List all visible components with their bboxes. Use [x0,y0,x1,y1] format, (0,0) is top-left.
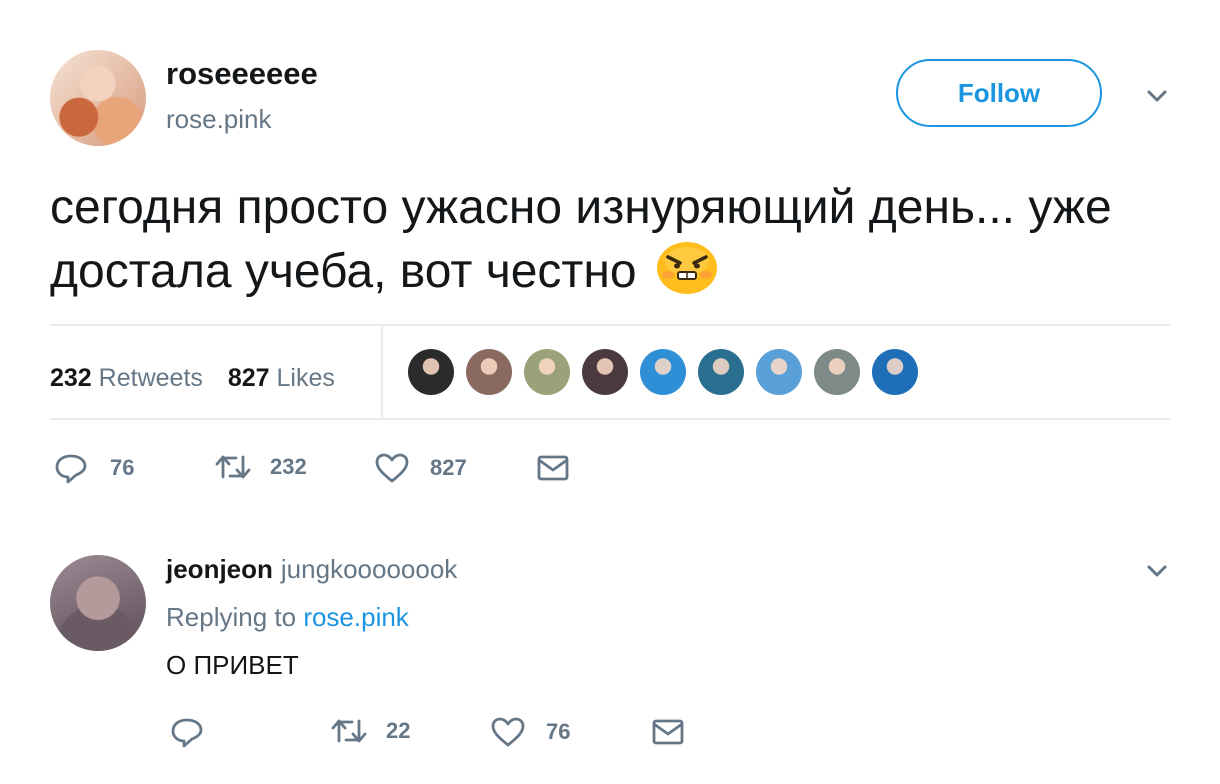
chevron-down-icon[interactable] [1144,86,1170,106]
reply-handle[interactable]: jungkoooooook [281,554,457,584]
reply-author-avatar[interactable] [50,555,146,651]
retweet-count: 22 [386,718,411,743]
vertical-divider [381,326,383,418]
heart-icon [375,453,409,483]
like-action[interactable]: 827 [374,452,467,484]
reply-display-name[interactable]: jeonjeon [166,554,273,584]
reply-icon [171,718,203,748]
likes-label: Likes [276,364,335,392]
liker-avatar[interactable] [756,349,802,395]
direct-message-icon[interactable] [536,454,570,482]
retweet-icon [215,455,251,479]
like-count: 827 [430,455,467,480]
liker-avatar[interactable] [466,349,512,395]
reply-reply-action[interactable] [170,716,204,748]
reply-author[interactable]: jeonjeon jungkoooooook [166,554,457,585]
tweet-text: сегодня просто ужасно изнуряющий день...… [50,176,1160,303]
direct-message-icon[interactable] [651,718,685,746]
liker-avatar[interactable] [698,349,744,395]
retweet-action[interactable]: 232 [214,452,307,482]
like-count: 76 [546,719,571,744]
retweets-count: 232 [50,364,92,392]
divider [50,418,1170,420]
heart-icon [491,717,525,747]
divider [50,324,1170,326]
reply-action[interactable]: 76 [54,452,134,484]
reply-like-action[interactable]: 76 [490,716,570,748]
liker-avatar[interactable] [408,349,454,395]
author-avatar[interactable] [50,50,146,146]
tweet-text-content: сегодня просто ужасно изнуряющий день...… [50,181,1112,298]
likes-count: 827 [227,364,270,392]
replying-to-link[interactable]: rose.pink [303,602,409,632]
retweets-stat[interactable]: 232 Retweets [50,364,203,392]
retweets-label: Retweets [98,364,203,392]
retweet-icon [331,719,367,743]
angry-face-emoji [656,242,717,294]
follow-button[interactable]: Follow [896,59,1102,127]
author-display-name[interactable]: roseeeeee [166,56,318,92]
likes-stat[interactable]: 827 Likes [228,364,335,392]
engagement-stats: 232 Retweets 827 Likes [50,364,335,393]
replying-prefix: Replying to [166,602,297,632]
liker-avatar[interactable] [814,349,860,395]
reply-count: 76 [110,455,135,480]
liker-avatar[interactable] [872,349,918,395]
replying-to-line: Replying to rose.pink [166,602,409,633]
liker-avatar[interactable] [640,349,686,395]
liker-avatar[interactable] [582,349,628,395]
author-handle[interactable]: rose.pink [166,104,272,135]
reply-text: О ПРИВЕТ [166,650,299,680]
reply-icon [55,454,87,484]
liker-avatar[interactable] [524,349,570,395]
reply-retweet-action[interactable]: 22 [330,716,410,746]
chevron-down-icon[interactable] [1144,561,1170,581]
retweet-count: 232 [270,454,307,479]
